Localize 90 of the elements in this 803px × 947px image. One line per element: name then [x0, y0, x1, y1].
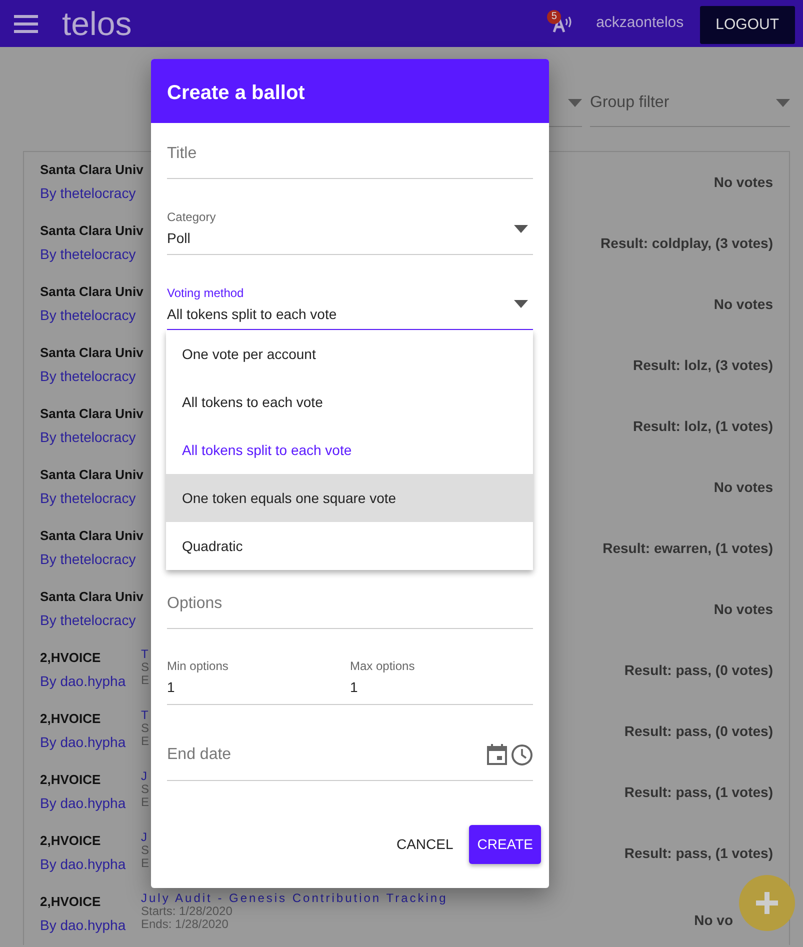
author-link[interactable]: By thetelocracy: [40, 244, 141, 264]
author-link[interactable]: By thetelocracy: [40, 182, 141, 204]
ballot-title[interactable]: J: [141, 770, 149, 784]
caret-icon: [568, 98, 582, 106]
dialog-title: Create a ballot: [151, 59, 549, 123]
username: ackzaontelos: [596, 13, 684, 34]
date-field[interactable]: End date: [167, 705, 533, 781]
menu-option[interactable]: One token equals one square vote: [166, 474, 533, 522]
number-field[interactable]: Min options 1: [167, 657, 350, 704]
author-link[interactable]: By thetelocracy: [40, 610, 141, 630]
end-date: E: [141, 674, 150, 688]
cancel-button[interactable]: CANCEL: [388, 826, 462, 863]
start-date: S: [141, 661, 150, 674]
caret-icon: [514, 300, 528, 308]
author-link[interactable]: By dao.hypha: [40, 792, 141, 814]
end-date: E: [141, 857, 150, 871]
notification-badge: 5: [547, 10, 562, 24]
group-name: 2,HVOICE: [40, 893, 102, 911]
options-field[interactable]: Options: [167, 573, 533, 629]
end-date: Ends: 1/28/2020: [141, 918, 228, 932]
menu-option[interactable]: One vote per account: [166, 330, 533, 378]
author-link[interactable]: By thetelocracy: [40, 304, 141, 326]
end-date: E: [141, 796, 150, 810]
result-text: No vo: [694, 911, 733, 930]
start-date: S: [141, 722, 150, 736]
select-field[interactable]: Category Poll: [167, 179, 533, 255]
number-field[interactable]: Max options 1: [350, 657, 533, 704]
author-link[interactable]: By dao.hypha: [40, 732, 141, 752]
plus-icon: [756, 892, 778, 914]
ballot-title[interactable]: T: [141, 709, 150, 722]
group-name: 2,HVOICE: [40, 649, 102, 667]
group-name: Santa Clara Univ: [40, 283, 141, 301]
group-name: Santa Clara Univ: [40, 344, 141, 362]
field-label: End date: [167, 744, 232, 764]
result-text: No votes: [714, 173, 773, 192]
result-text: No votes: [714, 478, 773, 497]
field-value: 1: [167, 678, 176, 697]
result-text: Result: lolz, (1 votes): [632, 417, 773, 436]
field-value: 1: [350, 678, 359, 697]
group-name: 2,HVOICE: [40, 710, 102, 728]
result-text: Result: pass, (1 votes): [624, 844, 773, 863]
author-link[interactable]: By dao.hypha: [40, 914, 141, 936]
author-link[interactable]: By dao.hypha: [40, 670, 141, 692]
caret-icon: [776, 98, 790, 106]
group-name: Santa Clara Univ: [40, 527, 141, 545]
author-link[interactable]: By thetelocracy: [40, 366, 141, 386]
result-text: Result: pass, (0 votes): [624, 722, 773, 741]
result-text: No votes: [714, 600, 773, 619]
menu-icon[interactable]: [14, 14, 38, 34]
result-text: No votes: [714, 295, 773, 314]
group-name: Santa Clara Univ: [40, 466, 141, 484]
group-name: 2,HVOICE: [40, 771, 102, 789]
filter-select[interactable]: Group filter: [590, 79, 790, 127]
author-link[interactable]: By dao.hypha: [40, 854, 141, 874]
menu-option[interactable]: Quadratic: [166, 522, 533, 570]
caret-icon: [514, 224, 528, 232]
result-text: Result: pass, (1 votes): [624, 783, 773, 802]
field-value: Poll: [167, 229, 192, 248]
menu-option[interactable]: All tokens to each vote: [166, 378, 533, 426]
field-label: Category: [167, 209, 217, 226]
start-date: S: [141, 783, 150, 796]
result-text: Result: pass, (0 votes): [624, 661, 773, 680]
result-text: Result: ewarren, (1 votes): [602, 539, 773, 558]
field-label: Voting method: [167, 284, 245, 302]
logo[interactable]: telos: [62, 7, 132, 40]
menu-option[interactable]: All tokens split to each vote: [166, 426, 533, 474]
field-value: All tokens split to each vote: [167, 304, 338, 324]
author-link[interactable]: By thetelocracy: [40, 548, 141, 570]
author-link[interactable]: By thetelocracy: [40, 426, 141, 448]
start-date: Starts: 1/28/2020: [141, 905, 232, 918]
clock-icon[interactable]: [511, 744, 533, 766]
group-name: 2,HVOICE: [40, 832, 102, 850]
author-link[interactable]: By thetelocracy: [40, 488, 141, 508]
result-text: Result: coldplay, (3 votes): [600, 234, 773, 253]
field-label: Min options: [167, 658, 230, 675]
start-date: S: [141, 844, 150, 858]
calendar-icon[interactable]: [487, 744, 507, 765]
end-date: E: [141, 735, 150, 749]
ballot-title[interactable]: T: [141, 648, 150, 662]
create-button[interactable]: CREATE: [469, 825, 541, 864]
title-field[interactable]: Title: [167, 123, 533, 179]
group-name: Santa Clara Univ: [40, 222, 141, 240]
field-label: Max options: [350, 658, 416, 675]
ballot-title[interactable]: July Audit - Genesis Contribution Tracking: [141, 892, 448, 906]
group-name: Santa Clara Univ: [40, 161, 141, 179]
group-name: Santa Clara Univ: [40, 588, 141, 606]
group-name: Santa Clara Univ: [40, 405, 141, 423]
ballot-title[interactable]: J: [141, 831, 149, 844]
logout-button[interactable]: LOGOUT: [700, 6, 795, 44]
result-text: Result: lolz, (3 votes): [632, 356, 773, 375]
